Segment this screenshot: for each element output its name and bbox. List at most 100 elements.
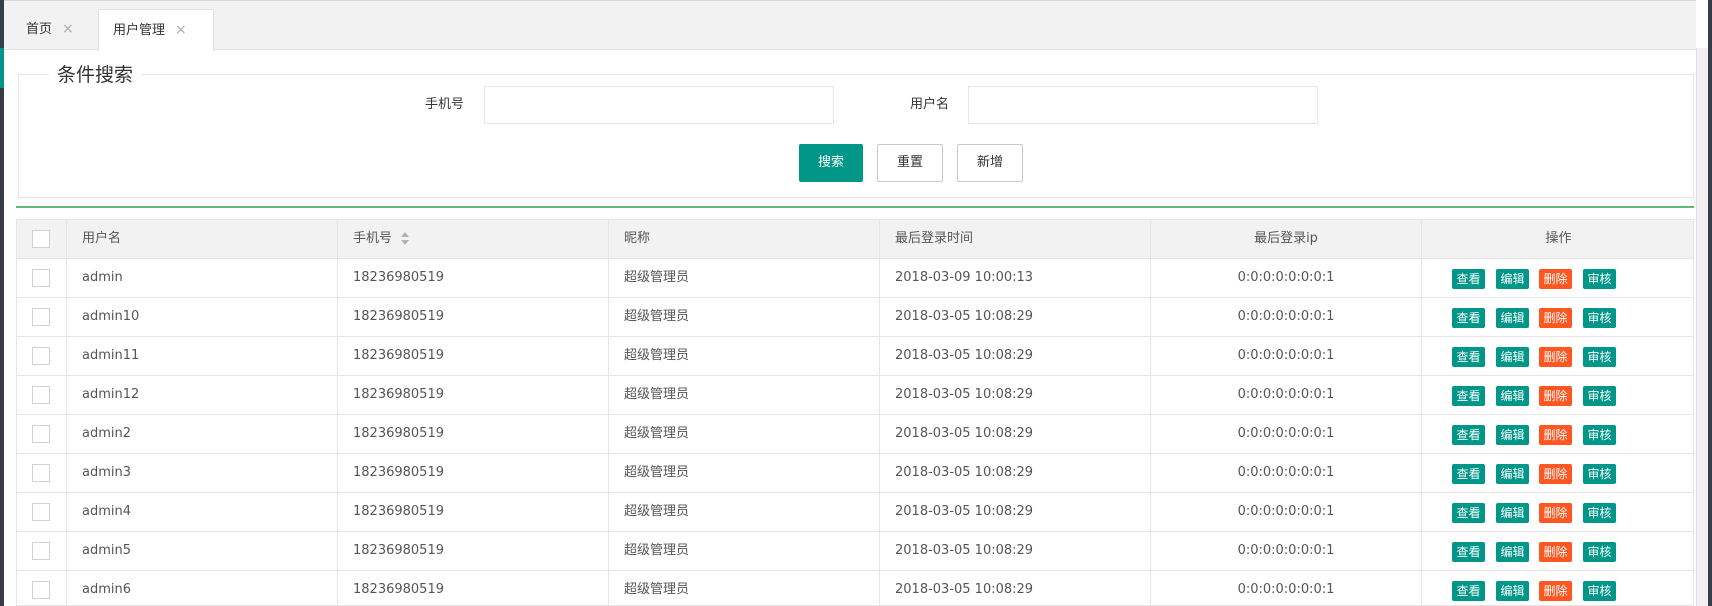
- row-checkbox[interactable]: [32, 269, 50, 287]
- view-button[interactable]: 查看: [1452, 581, 1485, 601]
- view-button[interactable]: 查看: [1452, 503, 1485, 523]
- cell-time: 2018-03-05 10:08:29: [880, 493, 1151, 532]
- cell-time: 2018-03-05 10:08:29: [880, 298, 1151, 337]
- delete-button[interactable]: 删除: [1539, 347, 1572, 367]
- row-checkbox[interactable]: [32, 347, 50, 365]
- cell-time-value: 2018-03-05 10:08:29: [895, 543, 1034, 558]
- cell-username-value: admin3: [82, 465, 132, 480]
- audit-button[interactable]: 审核: [1583, 464, 1616, 484]
- row-checkbox-cell: [17, 454, 67, 493]
- row-checkbox[interactable]: [32, 425, 50, 443]
- cell-nickname: 超级管理员: [609, 376, 880, 415]
- row-checkbox[interactable]: [32, 308, 50, 326]
- cell-time-value: 2018-03-05 10:08:29: [895, 504, 1034, 519]
- table-row: admin5 18236980519 超级管理员 2018-03-05 10:08:2…: [17, 532, 1693, 571]
- cell-nickname: 超级管理员: [609, 454, 880, 493]
- view-button[interactable]: 查看: [1452, 386, 1485, 406]
- row-checkbox[interactable]: [32, 503, 50, 521]
- username-label: 用户名: [910, 97, 950, 112]
- cell-nickname-value: 超级管理员: [624, 582, 690, 597]
- row-checkbox[interactable]: [32, 542, 50, 560]
- delete-button[interactable]: 删除: [1539, 464, 1572, 484]
- add-button[interactable]: 新增: [957, 144, 1023, 182]
- row-checkbox[interactable]: [32, 581, 50, 599]
- edit-button[interactable]: 编辑: [1496, 347, 1529, 367]
- close-icon[interactable]: ×: [175, 22, 187, 38]
- audit-button[interactable]: 审核: [1583, 542, 1616, 562]
- table-row: admin10 18236980519 超级管理员 2018-03-05 10:08:…: [17, 298, 1693, 337]
- row-checkbox-cell: [17, 337, 67, 376]
- cell-time: 2018-03-05 10:08:29: [880, 571, 1151, 605]
- audit-button[interactable]: 审核: [1583, 308, 1616, 328]
- edit-button[interactable]: 编辑: [1496, 542, 1529, 562]
- view-button[interactable]: 查看: [1452, 542, 1485, 562]
- sidebar-active-indicator: [0, 48, 4, 88]
- search-panel: 条件搜索 手机号 用户名 搜索 重置 新增: [18, 63, 1694, 198]
- edit-button[interactable]: 编辑: [1496, 464, 1529, 484]
- header-last-login-ip-label: 最后登录ip: [1254, 231, 1318, 246]
- sort-icon[interactable]: [400, 231, 410, 246]
- scrollbar[interactable]: [1696, 48, 1708, 606]
- table-header-row: 用户名 手机号 昵称 最后登录时间 最后登录ip 操作: [17, 220, 1693, 259]
- phone-input[interactable]: [484, 86, 834, 124]
- edit-button[interactable]: 编辑: [1496, 386, 1529, 406]
- search-button[interactable]: 搜索: [799, 144, 863, 182]
- delete-button[interactable]: 删除: [1539, 386, 1572, 406]
- username-input[interactable]: [968, 86, 1318, 124]
- cell-time-value: 2018-03-05 10:08:29: [895, 309, 1034, 324]
- cell-nickname-value: 超级管理员: [624, 309, 690, 324]
- row-checkbox[interactable]: [32, 464, 50, 482]
- table-row: admin4 18236980519 超级管理员 2018-03-05 10:08:2…: [17, 493, 1693, 532]
- close-icon[interactable]: ×: [62, 21, 74, 37]
- delete-button[interactable]: 删除: [1539, 503, 1572, 523]
- cell-nickname-value: 超级管理员: [624, 426, 690, 441]
- audit-button[interactable]: 审核: [1583, 347, 1616, 367]
- tab-home[interactable]: 首页 ×: [4, 9, 90, 51]
- select-all-checkbox[interactable]: [32, 230, 50, 248]
- table-row: admin 18236980519 超级管理员 2018-03-09 10:00:13…: [17, 259, 1693, 298]
- header-last-login-ip: 最后登录ip: [1151, 220, 1422, 259]
- delete-button[interactable]: 删除: [1539, 542, 1572, 562]
- cell-nickname-value: 超级管理员: [624, 543, 690, 558]
- cell-ip: 0:0:0:0:0:0:0:1: [1151, 259, 1422, 298]
- reset-button[interactable]: 重置: [877, 144, 943, 182]
- view-button[interactable]: 查看: [1452, 308, 1485, 328]
- table-row: admin12 18236980519 超级管理员 2018-03-05 10:08:…: [17, 376, 1693, 415]
- cell-phone-value: 18236980519: [353, 543, 444, 558]
- edit-button[interactable]: 编辑: [1496, 269, 1529, 289]
- header-phone[interactable]: 手机号: [338, 220, 609, 259]
- header-checkbox-cell: [17, 220, 67, 259]
- cell-phone-value: 18236980519: [353, 348, 444, 363]
- table-row: admin2 18236980519 超级管理员 2018-03-05 10:08:2…: [17, 415, 1693, 454]
- delete-button[interactable]: 删除: [1539, 308, 1572, 328]
- cell-nickname-value: 超级管理员: [624, 348, 690, 363]
- delete-button[interactable]: 删除: [1539, 269, 1572, 289]
- cell-actions: 查看 编辑 删除 审核: [1422, 337, 1693, 376]
- header-username-label: 用户名: [82, 231, 122, 246]
- audit-button[interactable]: 审核: [1583, 269, 1616, 289]
- audit-button[interactable]: 审核: [1583, 425, 1616, 445]
- audit-button[interactable]: 审核: [1583, 581, 1616, 601]
- view-button[interactable]: 查看: [1452, 464, 1485, 484]
- tab-user-management[interactable]: 用户管理 ×: [98, 9, 214, 51]
- cell-ip-value: 0:0:0:0:0:0:0:1: [1237, 348, 1335, 363]
- edit-button[interactable]: 编辑: [1496, 308, 1529, 328]
- cell-ip-value: 0:0:0:0:0:0:0:1: [1237, 582, 1335, 597]
- row-checkbox[interactable]: [32, 386, 50, 404]
- cell-nickname-value: 超级管理员: [624, 465, 690, 480]
- view-button[interactable]: 查看: [1452, 347, 1485, 367]
- delete-button[interactable]: 删除: [1539, 581, 1572, 601]
- cell-nickname-value: 超级管理员: [624, 270, 690, 285]
- cell-nickname: 超级管理员: [609, 298, 880, 337]
- header-last-login-time-label: 最后登录时间: [895, 231, 974, 246]
- edit-button[interactable]: 编辑: [1496, 581, 1529, 601]
- edit-button[interactable]: 编辑: [1496, 425, 1529, 445]
- audit-button[interactable]: 审核: [1583, 503, 1616, 523]
- view-button[interactable]: 查看: [1452, 269, 1485, 289]
- audit-button[interactable]: 审核: [1583, 386, 1616, 406]
- cell-nickname-value: 超级管理员: [624, 387, 690, 402]
- cell-ip-value: 0:0:0:0:0:0:0:1: [1237, 387, 1335, 402]
- view-button[interactable]: 查看: [1452, 425, 1485, 445]
- edit-button[interactable]: 编辑: [1496, 503, 1529, 523]
- delete-button[interactable]: 删除: [1539, 425, 1572, 445]
